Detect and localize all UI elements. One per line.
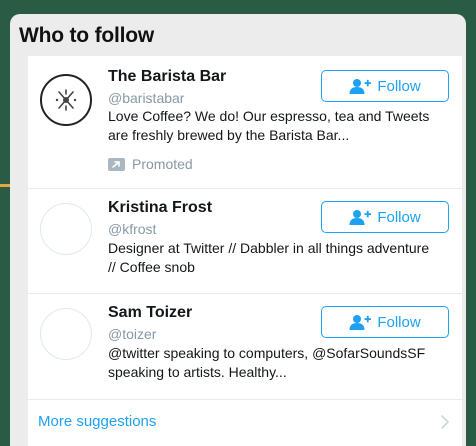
more-suggestions-link[interactable]: More suggestions [28,400,462,446]
account-bio: Love Coffee? We do! Our espresso, tea an… [108,108,430,143]
promoted-arrow-icon [108,157,125,171]
add-user-icon [349,209,372,225]
list-item[interactable]: Sam Toizer @toizer @twitter speaking to … [28,294,462,400]
follow-button[interactable]: Follow [321,70,449,102]
account-handle[interactable]: @toizer [108,326,156,342]
follow-label: Follow [377,77,421,95]
barista-logo-icon[interactable] [40,74,92,126]
account-name[interactable]: Kristina Frost [108,199,212,217]
account-bio: @twitter speaking to computers, @SofarSo… [108,345,426,380]
account-name[interactable]: Sam Toizer [108,304,192,322]
promoted-label: Promoted [132,156,193,172]
chevron-right-icon [440,414,450,435]
account-handle[interactable]: @kfrost [108,221,156,237]
more-suggestions-label: More suggestions [38,413,157,430]
avatar[interactable] [40,308,92,360]
who-to-follow-card: Who to follow The Barista Bar @baristaba… [10,14,466,446]
list-item[interactable]: The Barista Bar @baristabar Love Coffee?… [28,56,462,189]
account-handle[interactable]: @baristabar [108,90,184,106]
account-bio: Designer at Twitter // Dabbler in all th… [108,240,430,275]
add-user-icon [349,78,372,94]
follow-label: Follow [377,313,421,331]
card-title: Who to follow [19,24,155,47]
follow-button[interactable]: Follow [321,201,449,233]
list-item[interactable]: Kristina Frost @kfrost Designer at Twitt… [28,189,462,294]
promoted-badge: Promoted [108,156,193,172]
suggestion-list: The Barista Bar @baristabar Love Coffee?… [28,56,462,446]
avatar[interactable] [40,203,92,255]
add-user-icon [349,314,372,330]
account-name[interactable]: The Barista Bar [108,68,226,86]
follow-label: Follow [377,208,421,226]
follow-button[interactable]: Follow [321,306,449,338]
